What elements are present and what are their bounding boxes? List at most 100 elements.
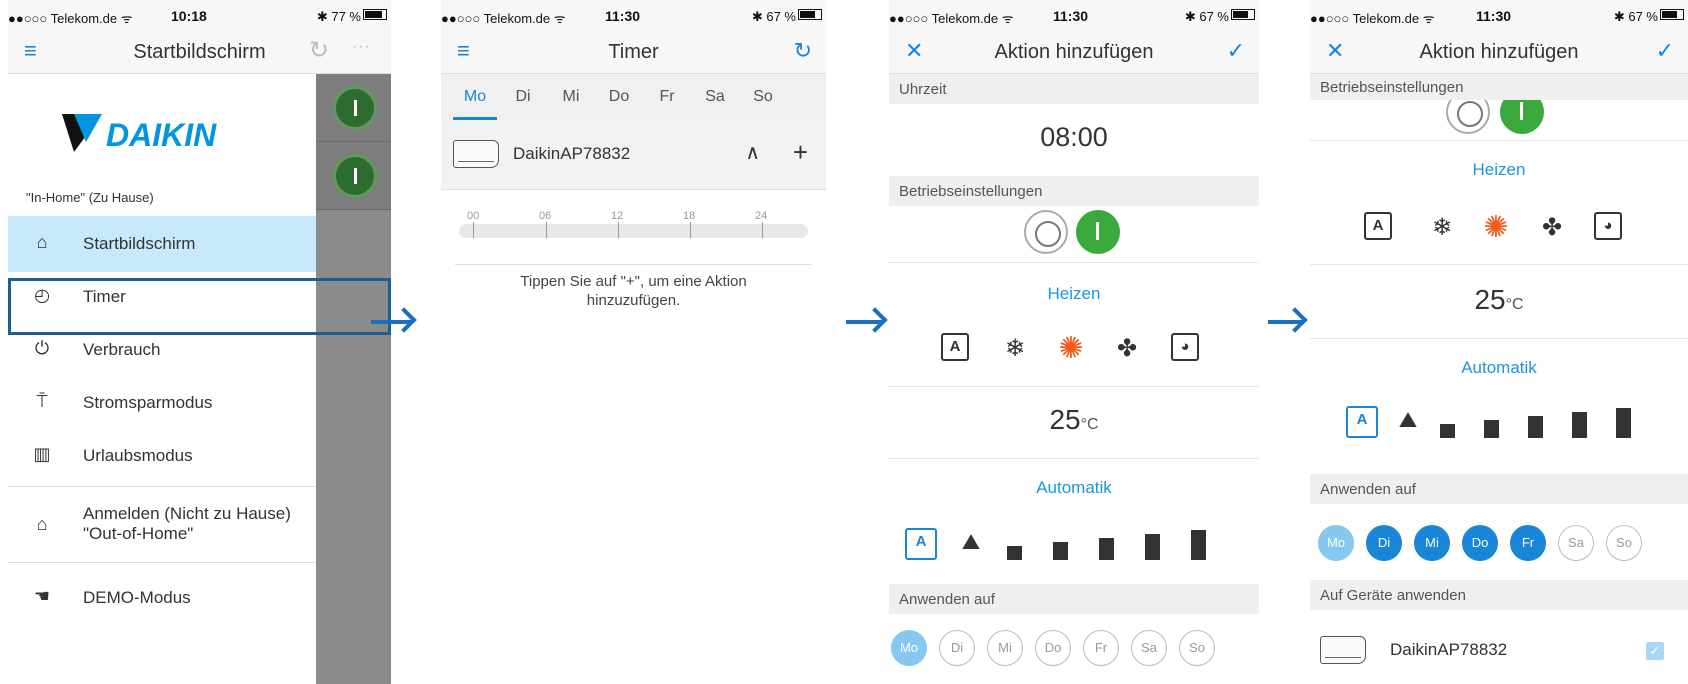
nav-bar: ≡ Startbildschirm ↻ ··· [8,30,391,74]
day-mi[interactable]: Mi [1414,525,1450,561]
day-sa[interactable]: Sa [1558,525,1594,561]
day-mo[interactable]: Mo [1318,525,1354,561]
day-fr[interactable]: Fr [1083,630,1119,666]
section-header: Betriebseinstellungen [1310,74,1688,100]
menu-divider [8,486,316,487]
daikin-logo: DAIKIN [62,114,217,153]
brand-name: DAIKIN [106,117,217,153]
menu-item-label: DEMO-Modus [83,588,191,607]
fan-mode-icon[interactable]: ✤ [1111,333,1143,365]
carrier-label: ●●○○○ Telekom.de ᯤ [1310,11,1435,26]
tab-di[interactable]: Di [503,88,543,106]
day-di[interactable]: Di [939,630,975,666]
tab-fr[interactable]: Fr [647,88,687,106]
flow-arrow [1268,320,1302,324]
fan-quiet-icon[interactable]: ⛰ [1392,404,1424,436]
home-icon: ⌂ [36,232,48,252]
day-do[interactable]: Do [1462,525,1498,561]
menu-item-anmelden[interactable]: ⌂ Anmelden (Nicht zu Hause) "Out-of-Home… [8,494,316,558]
refresh-icon[interactable]: ↻ [309,36,329,65]
nav-bar: ≡ Timer ↻ [441,30,826,74]
menu-item-label: Startbildschirm [83,234,196,253]
day-mi[interactable]: Mi [987,630,1023,666]
day-tabs: Mo Di Mi Do Fr Sa So [441,74,826,120]
fan-level-4[interactable] [1145,534,1160,560]
fan-mode-icon[interactable]: ✤ [1536,212,1568,244]
power-on-button[interactable] [1076,210,1120,254]
clock-label: 11:30 [1476,8,1512,24]
fan-quiet-icon[interactable]: ⛰ [955,526,987,558]
section-header: Betriebseinstellungen [889,176,1259,206]
fan-auto-icon[interactable]: A [1346,406,1378,438]
phone-add-action-scrolled: ●●○○○ Telekom.de ᯤ 11:30 ✱ 67 % ✕ Aktion… [1310,0,1688,684]
menu-item-urlaubsmodus[interactable]: ▥ Urlaubsmodus [8,428,316,484]
chevron-up-icon[interactable]: ∧ [745,140,760,165]
demo-icon: ☚ [33,586,51,606]
phone-timer: ●●○○○ Telekom.de ᯤ 11:30 ✱ 67 % ≡ Timer … [441,0,826,684]
day-di[interactable]: Di [1366,525,1402,561]
day-sa[interactable]: Sa [1131,630,1167,666]
day-so[interactable]: So [1179,630,1215,666]
battery-icon [798,9,822,20]
fan-level-2[interactable] [1053,542,1068,560]
device-name: DaikinAP78832 [513,144,631,163]
side-drawer: DAIKIN "In-Home" (Zu Hause) ⌂ Startbilds… [8,74,316,684]
fan-level-3[interactable] [1099,538,1114,560]
dimmed-background[interactable] [316,74,391,684]
heat-mode-icon[interactable]: ✺ [1480,212,1512,244]
cool-mode-icon[interactable]: ❄ [1426,212,1458,244]
tick-label: 06 [539,210,552,222]
time-value[interactable]: 08:00 [889,122,1259,153]
fan-level-1[interactable] [1440,424,1455,438]
power-off-button[interactable] [1024,210,1068,254]
status-bar: ●●○○○ Telekom.de ᯤ 11:30 ✱ 67 % [441,0,826,30]
day-fr[interactable]: Fr [1510,525,1546,561]
timeline-bar [459,224,808,238]
fan-auto-icon[interactable]: A [905,528,937,560]
tab-sa[interactable]: Sa [695,88,735,106]
tab-so[interactable]: So [743,88,783,106]
more-icon[interactable]: ··· [352,38,371,56]
battery-label: ✱ 67 % [1613,9,1658,24]
timeline: 00 06 12 18 24 [459,210,808,250]
plug-icon: ⏻ [34,338,50,358]
clock-label: 11:30 [1053,8,1089,24]
day-mo[interactable]: Mo [891,630,927,666]
device-checkbox[interactable]: ✓ [1646,642,1664,660]
fan-level-5[interactable] [1616,408,1631,438]
auto-mode-icon[interactable]: A [1364,212,1392,240]
dry-mode-icon[interactable]: ◕ [1594,212,1622,240]
clock-label: 10:18 [171,8,207,24]
fan-level-5[interactable] [1191,530,1206,560]
fan-level-2[interactable] [1484,420,1499,438]
day-so[interactable]: So [1606,525,1642,561]
menu-item-label: Anmelden (Nicht zu Hause) "Out-of-Home" [83,504,291,543]
tab-mo[interactable]: Mo [455,88,495,106]
dry-mode-icon[interactable]: ◕ [1171,333,1199,361]
heat-mode-icon[interactable]: ✺ [1055,333,1087,365]
battery-label: ✱ 77 % [316,9,361,24]
add-action-button[interactable]: + [793,137,808,168]
auto-mode-icon[interactable]: A [941,333,969,361]
confirm-check-icon[interactable]: ✓ [1227,38,1245,64]
fan-level-3[interactable] [1528,416,1543,438]
flow-arrow [846,320,882,324]
tab-mi[interactable]: Mi [551,88,591,106]
day-do[interactable]: Do [1035,630,1071,666]
tick-label: 12 [611,210,624,222]
menu-item-demo[interactable]: ☚ DEMO-Modus [8,570,316,626]
temperature-value[interactable]: 25°C [889,404,1259,436]
device-row[interactable]: DaikinAP78832 ∧ + [441,120,826,190]
phone-home-menu: ●●○○○ Telekom.de ᯤ 10:18 ✱ 77 % ≡ Startb… [8,0,391,684]
refresh-icon[interactable]: ↻ [794,38,812,64]
confirm-check-icon[interactable]: ✓ [1656,38,1674,64]
menu-item-startbildschirm[interactable]: ⌂ Startbildschirm [8,216,316,272]
fan-level-4[interactable] [1572,412,1587,438]
temperature-value[interactable]: 25°C [1310,284,1688,316]
air-conditioner-icon [1320,636,1366,664]
tab-do[interactable]: Do [599,88,639,106]
cool-mode-icon[interactable]: ❄ [999,333,1031,365]
fan-level-1[interactable] [1007,546,1022,560]
menu-item-stromsparmodus[interactable]: ⍑ Stromsparmodus [8,375,316,431]
section-header: Anwenden auf [889,584,1259,614]
